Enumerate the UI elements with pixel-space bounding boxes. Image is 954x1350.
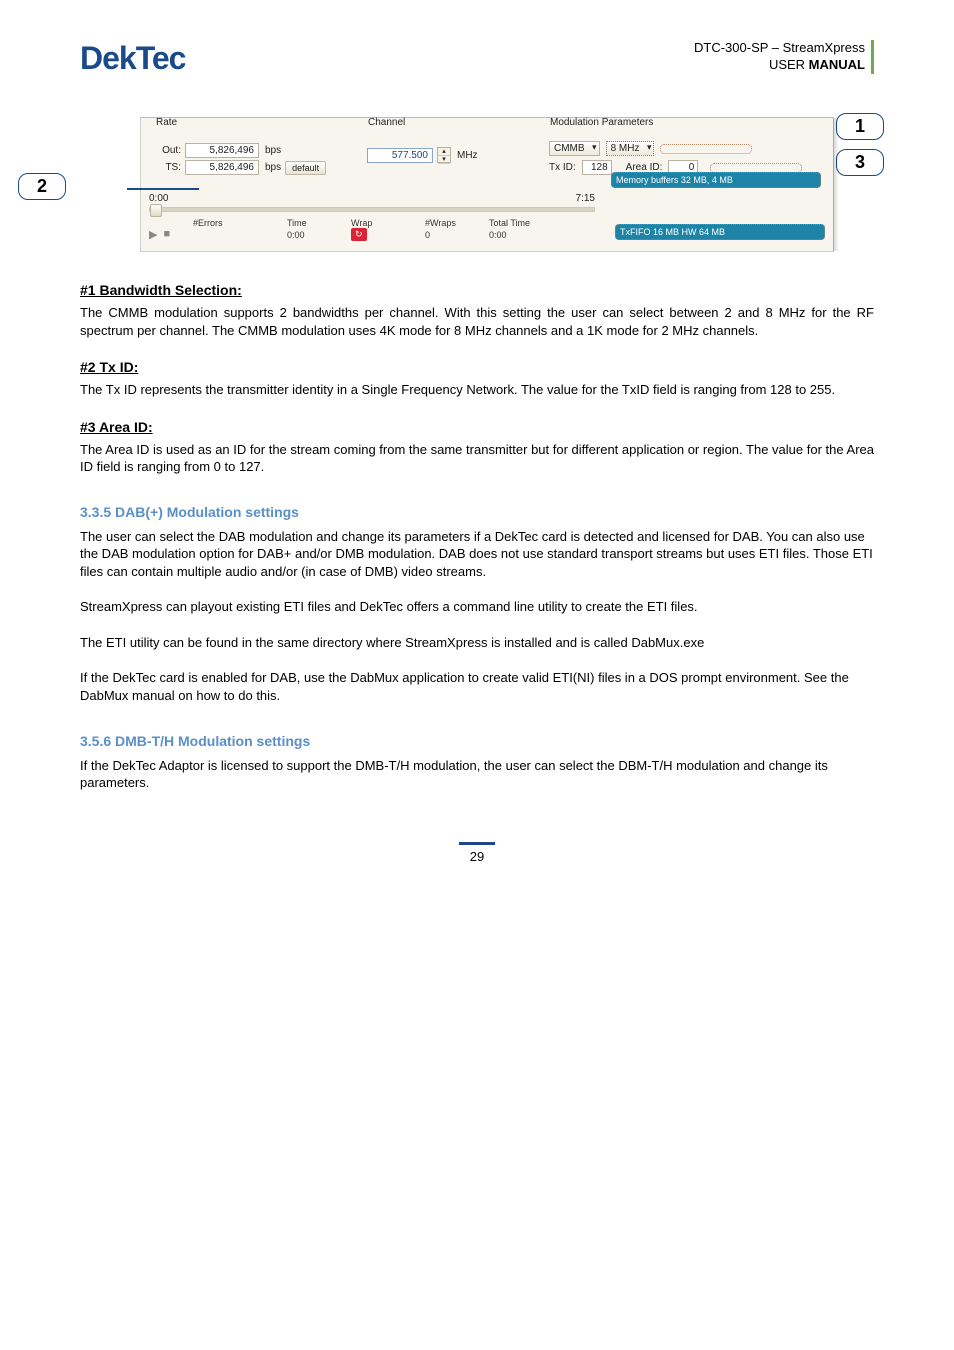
callout-3: 3 bbox=[836, 149, 884, 176]
para-bandwidth: The CMMB modulation supports 2 bandwidth… bbox=[80, 304, 874, 339]
out-label: Out: bbox=[155, 145, 181, 156]
callout-1: 1 bbox=[836, 113, 884, 140]
channel-spinner[interactable]: ▴▾ bbox=[437, 147, 451, 163]
col-wraps: #Wraps bbox=[425, 218, 485, 228]
panel-shadow bbox=[833, 118, 839, 251]
rate-group: Rate Out: 5,826,496 bps TS: 5,826,496 bp… bbox=[149, 124, 351, 183]
ts-label: TS: bbox=[155, 162, 181, 173]
channel-value[interactable]: 577.500 bbox=[367, 148, 433, 163]
doc-id: DTC-300-SP – StreamXpress bbox=[694, 40, 865, 57]
playout-group: 0:00 7:15 #Errors Time Wrap #Wraps bbox=[149, 189, 825, 241]
bandwidth-dropdown[interactable]: 8 MHz bbox=[606, 141, 655, 156]
doc-subtitle: USER MANUAL bbox=[694, 57, 865, 74]
memory-buffers-status: Memory buffers 32 MB, 4 MB bbox=[611, 172, 821, 188]
app-panel: Rate Out: 5,826,496 bps TS: 5,826,496 bp… bbox=[140, 117, 834, 252]
modtype-dropdown[interactable]: CMMB bbox=[549, 141, 600, 156]
col-errors: #Errors bbox=[193, 218, 283, 228]
screenshot-area: 1 2 3 Rate Out: 5,826,496 bps TS: bbox=[80, 117, 874, 252]
out-value[interactable]: 5,826,496 bbox=[185, 143, 259, 158]
heading-areaid: #3 Area ID: bbox=[80, 419, 874, 435]
stop-icon[interactable]: ■ bbox=[163, 228, 170, 241]
doc-subtitle-pre: USER bbox=[769, 57, 809, 72]
ts-unit: bps bbox=[265, 162, 281, 173]
footer-rule bbox=[459, 842, 495, 845]
playout-time-end: 7:15 bbox=[576, 193, 595, 204]
heading-dmb: 3.5.6 DMB-T/H Modulation settings bbox=[80, 733, 874, 749]
wrap-toggle-icon[interactable]: ↻ bbox=[351, 228, 367, 241]
doc-subtitle-strong: MANUAL bbox=[809, 57, 865, 72]
para-txid: The Tx ID represents the transmitter ide… bbox=[80, 381, 874, 399]
para-areaid: The Area ID is used as an ID for the str… bbox=[80, 441, 874, 476]
callout-2: 2 bbox=[18, 173, 66, 200]
channel-unit: MHz bbox=[457, 150, 478, 161]
default-button[interactable]: default bbox=[285, 161, 326, 175]
channel-group: Channel 577.500 ▴▾ MHz bbox=[361, 124, 533, 171]
heading-dab: 3.3.5 DAB(+) Modulation settings bbox=[80, 504, 874, 520]
playout-time-start: 0:00 bbox=[149, 193, 168, 204]
val-wraps: 0 bbox=[425, 230, 485, 240]
param-highlight-1 bbox=[660, 144, 752, 154]
para-dab-1: The user can select the DAB modulation a… bbox=[80, 528, 874, 581]
col-wrap: Wrap bbox=[351, 218, 421, 228]
slider-thumb[interactable] bbox=[150, 204, 162, 217]
footer: 29 bbox=[80, 842, 874, 864]
out-unit: bps bbox=[265, 145, 281, 156]
para-dab-4: If the DekTec card is enabled for DAB, u… bbox=[80, 669, 874, 704]
heading-bandwidth: #1 Bandwidth Selection: bbox=[80, 282, 874, 298]
param-highlight-3 bbox=[710, 163, 802, 173]
logo: DekTec bbox=[80, 40, 185, 77]
page-header: DekTec DTC-300-SP – StreamXpress USER MA… bbox=[80, 40, 874, 77]
col-total: Total Time bbox=[489, 218, 569, 228]
txid-label: Tx ID: bbox=[549, 162, 576, 173]
para-dmb: If the DekTec Adaptor is licensed to sup… bbox=[80, 757, 874, 792]
header-right: DTC-300-SP – StreamXpress USER MANUAL bbox=[694, 40, 874, 74]
val-time: 0:00 bbox=[287, 230, 347, 240]
para-dab-2: StreamXpress can playout existing ETI fi… bbox=[80, 598, 874, 616]
play-icon[interactable]: ▶ bbox=[149, 228, 157, 241]
heading-txid: #2 Tx ID: bbox=[80, 359, 874, 375]
callout-line-2 bbox=[127, 188, 199, 190]
txfifo-status: TxFIFO 16 MB HW 64 MB bbox=[615, 224, 825, 240]
ts-value[interactable]: 5,826,496 bbox=[185, 160, 259, 175]
txid-value[interactable]: 128 bbox=[582, 160, 612, 175]
col-time: Time bbox=[287, 218, 347, 228]
page-number: 29 bbox=[80, 849, 874, 864]
playout-slider[interactable] bbox=[149, 207, 595, 212]
val-total: 0:00 bbox=[489, 230, 569, 240]
para-dab-3: The ETI utility can be found in the same… bbox=[80, 634, 874, 652]
